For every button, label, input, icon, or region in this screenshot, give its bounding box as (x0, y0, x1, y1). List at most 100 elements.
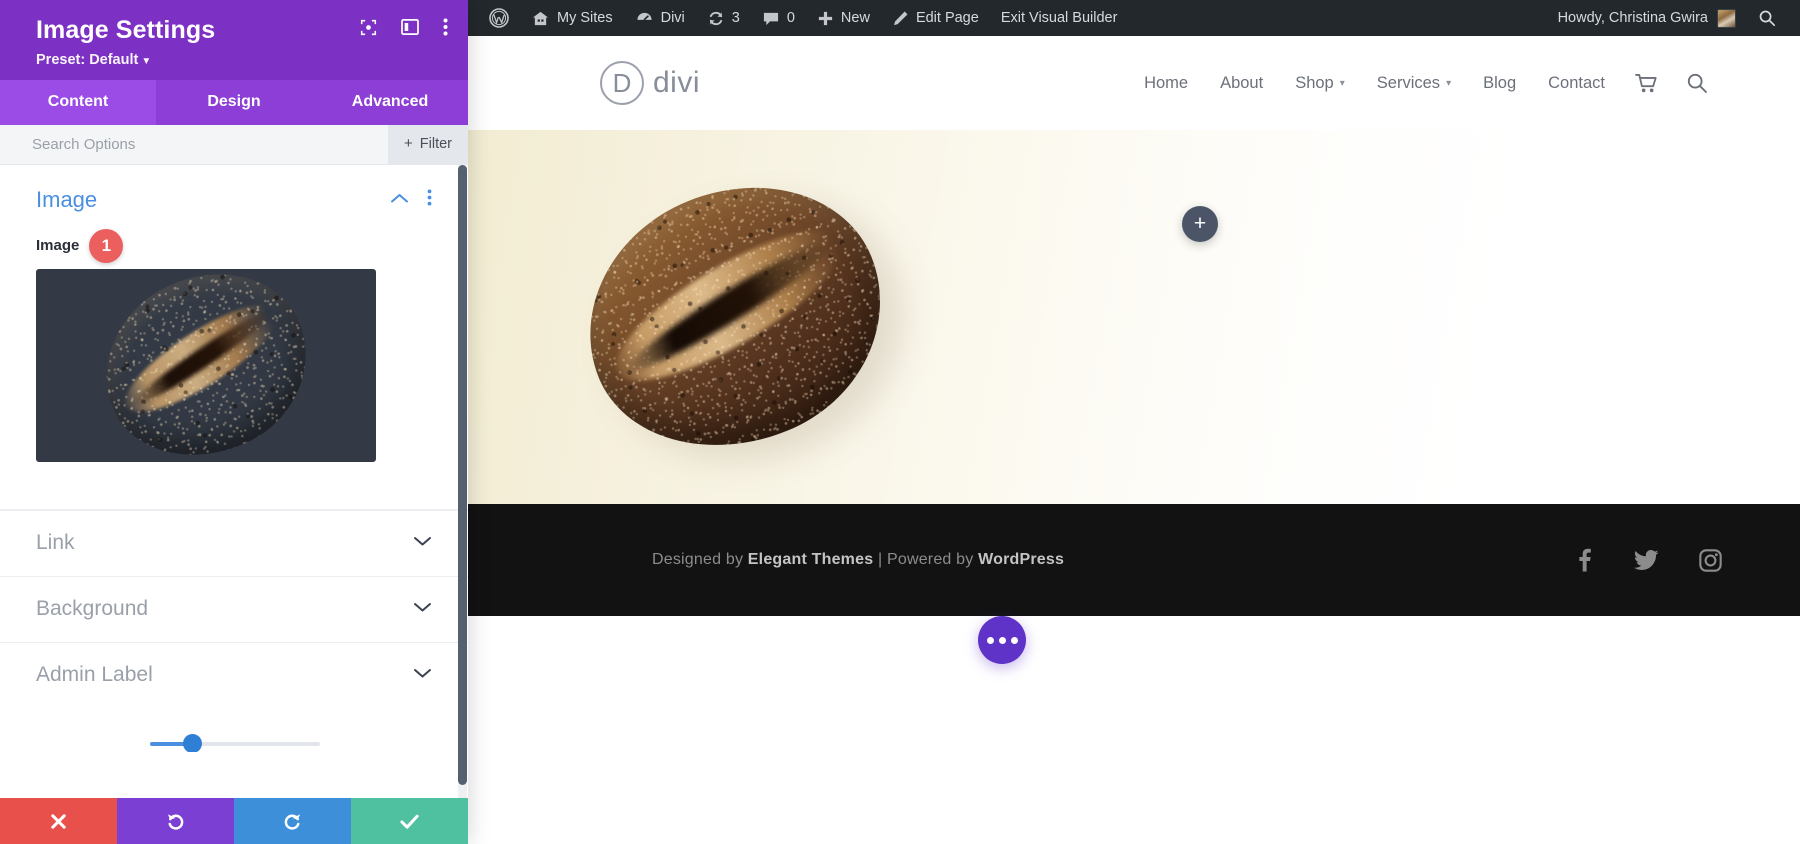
admin-bar-divi[interactable]: Divi (624, 0, 696, 36)
instagram-link[interactable] (1699, 548, 1722, 572)
nav-item-blog[interactable]: Blog (1467, 74, 1532, 93)
section-image-title: Image (36, 186, 98, 212)
panel-action-bar (0, 798, 468, 844)
footer-credit-prefix: Designed by (652, 551, 748, 568)
admin-bar-new-label: New (840, 10, 870, 26)
panel-preset-selector[interactable]: Preset: Default ▼ (36, 52, 446, 68)
admin-bar-howdy-label: Howdy, Christina Gwira (1557, 10, 1708, 26)
filter-button[interactable]: + Filter (388, 124, 468, 164)
page-settings-fab[interactable] (978, 616, 1026, 664)
search-options-row: + Filter (0, 124, 468, 165)
nav-item-contact[interactable]: Contact (1532, 74, 1621, 93)
panel-tabs: Content Design Advanced (0, 79, 468, 125)
tab-design[interactable]: Design (156, 79, 312, 125)
site-search-button[interactable] (1672, 72, 1722, 94)
admin-bar-new[interactable]: New (806, 0, 881, 36)
admin-bar-exit-visual-builder[interactable]: Exit Visual Builder (990, 0, 1129, 36)
section-divider (0, 462, 468, 510)
site-footer: Designed by Elegant Themes | Powered by … (468, 504, 1800, 616)
panel-scrollbar-thumb[interactable] (458, 164, 467, 785)
instagram-icon (1699, 548, 1722, 572)
admin-bar-updates-count: 3 (731, 10, 740, 26)
partially-hidden-slider[interactable] (150, 730, 320, 752)
cart-button[interactable] (1621, 73, 1672, 94)
admin-bar-my-sites[interactable]: My Sites (520, 0, 624, 36)
check-icon (400, 814, 419, 829)
undo-icon (167, 813, 184, 830)
twitter-link[interactable] (1634, 549, 1659, 571)
pencil-icon (894, 11, 908, 25)
tab-advanced[interactable]: Advanced (312, 79, 468, 125)
ellipsis-icon (986, 636, 994, 644)
image-field-label-row: Image 1 (36, 228, 432, 263)
admin-bar-search-button[interactable] (1748, 0, 1786, 36)
section-background[interactable]: Background (0, 575, 468, 642)
add-module-button[interactable]: + (1182, 206, 1218, 242)
section-admin-label[interactable]: Admin Label (0, 641, 468, 708)
redo-icon (284, 813, 301, 830)
more-options-icon[interactable] (443, 18, 448, 36)
wordpress-admin-bar: My Sites Divi 3 0 New Edit Page Exit Vis… (468, 0, 1800, 36)
admin-bar-comments[interactable]: 0 (751, 0, 806, 36)
panel-preset-label: Preset: Default (36, 51, 139, 68)
admin-bar-wordpress-logo[interactable] (478, 0, 520, 36)
section-more-options-icon[interactable] (427, 189, 432, 211)
footer-credit-brand[interactable]: Elegant Themes (748, 551, 874, 568)
panel-layout-icon[interactable] (401, 19, 419, 35)
nav-item-blog-label: Blog (1483, 73, 1517, 92)
avatar (1717, 8, 1736, 28)
section-image-controls (390, 189, 432, 211)
image-upload-preview[interactable] (36, 268, 376, 462)
chevron-down-icon (413, 600, 432, 618)
undo-button[interactable] (117, 798, 234, 844)
section-image-header[interactable]: Image (36, 187, 432, 219)
filter-button-label: Filter (419, 135, 452, 152)
admin-bar-edit-page-label: Edit Page (915, 10, 979, 26)
admin-bar-right: Howdy, Christina Gwira (1548, 0, 1800, 36)
admin-bar-exit-label: Exit Visual Builder (1000, 10, 1118, 26)
section-image: Image Image 1 (0, 165, 468, 462)
footer-social-links (1574, 548, 1722, 572)
nav-item-shop[interactable]: Shop ▾ (1279, 74, 1361, 93)
admin-bar-account[interactable]: Howdy, Christina Gwira (1548, 0, 1746, 36)
section-link[interactable]: Link (0, 509, 468, 576)
nav-item-home[interactable]: Home (1128, 74, 1204, 93)
panel-scrollbar[interactable] (458, 164, 467, 798)
image-field-label: Image (36, 237, 80, 255)
admin-bar-updates[interactable]: 3 (696, 0, 751, 36)
nav-item-about[interactable]: About (1204, 74, 1279, 93)
hero-bread-image[interactable] (550, 145, 920, 489)
facebook-link[interactable] (1574, 548, 1594, 572)
site-logo[interactable]: D divi (600, 61, 700, 105)
save-button[interactable] (351, 798, 468, 844)
comments-icon (763, 12, 778, 25)
plus-icon: + (404, 135, 413, 153)
twitter-icon (1634, 550, 1659, 570)
admin-bar-my-sites-label: My Sites (557, 10, 613, 26)
close-icon (51, 813, 66, 829)
chevron-up-icon[interactable] (390, 191, 409, 209)
focus-target-icon[interactable] (360, 19, 377, 36)
nav-item-home-label: Home (1144, 73, 1189, 92)
hero-section: + (468, 130, 1800, 504)
site-navigation: Home About Shop ▾ Services ▾ Blog Contac (1128, 72, 1722, 94)
site-header: D divi Home About Shop ▾ Services ▾ Blog… (468, 36, 1800, 130)
ellipsis-icon (1010, 636, 1018, 644)
footer-credit-powered: Powered by (886, 551, 979, 568)
search-input[interactable] (0, 135, 388, 153)
cancel-button[interactable] (0, 798, 117, 844)
slider-knob[interactable] (183, 734, 202, 752)
section-background-title: Background (36, 596, 149, 620)
admin-bar-edit-page[interactable]: Edit Page (881, 0, 990, 36)
chevron-down-icon: ▾ (1339, 77, 1345, 89)
cart-icon (1635, 73, 1657, 92)
footer-credit-sep: | (873, 551, 887, 568)
tab-content[interactable]: Content (0, 79, 156, 125)
footer-credit-platform[interactable]: WordPress (978, 551, 1064, 568)
nav-item-services[interactable]: Services ▾ (1361, 74, 1467, 93)
search-icon (1687, 73, 1707, 93)
redo-button[interactable] (234, 798, 351, 844)
facebook-icon (1579, 548, 1591, 572)
nav-item-services-label: Services (1376, 73, 1441, 92)
image-settings-panel: Image Settings Preset: Default ▼ Content … (0, 0, 468, 844)
